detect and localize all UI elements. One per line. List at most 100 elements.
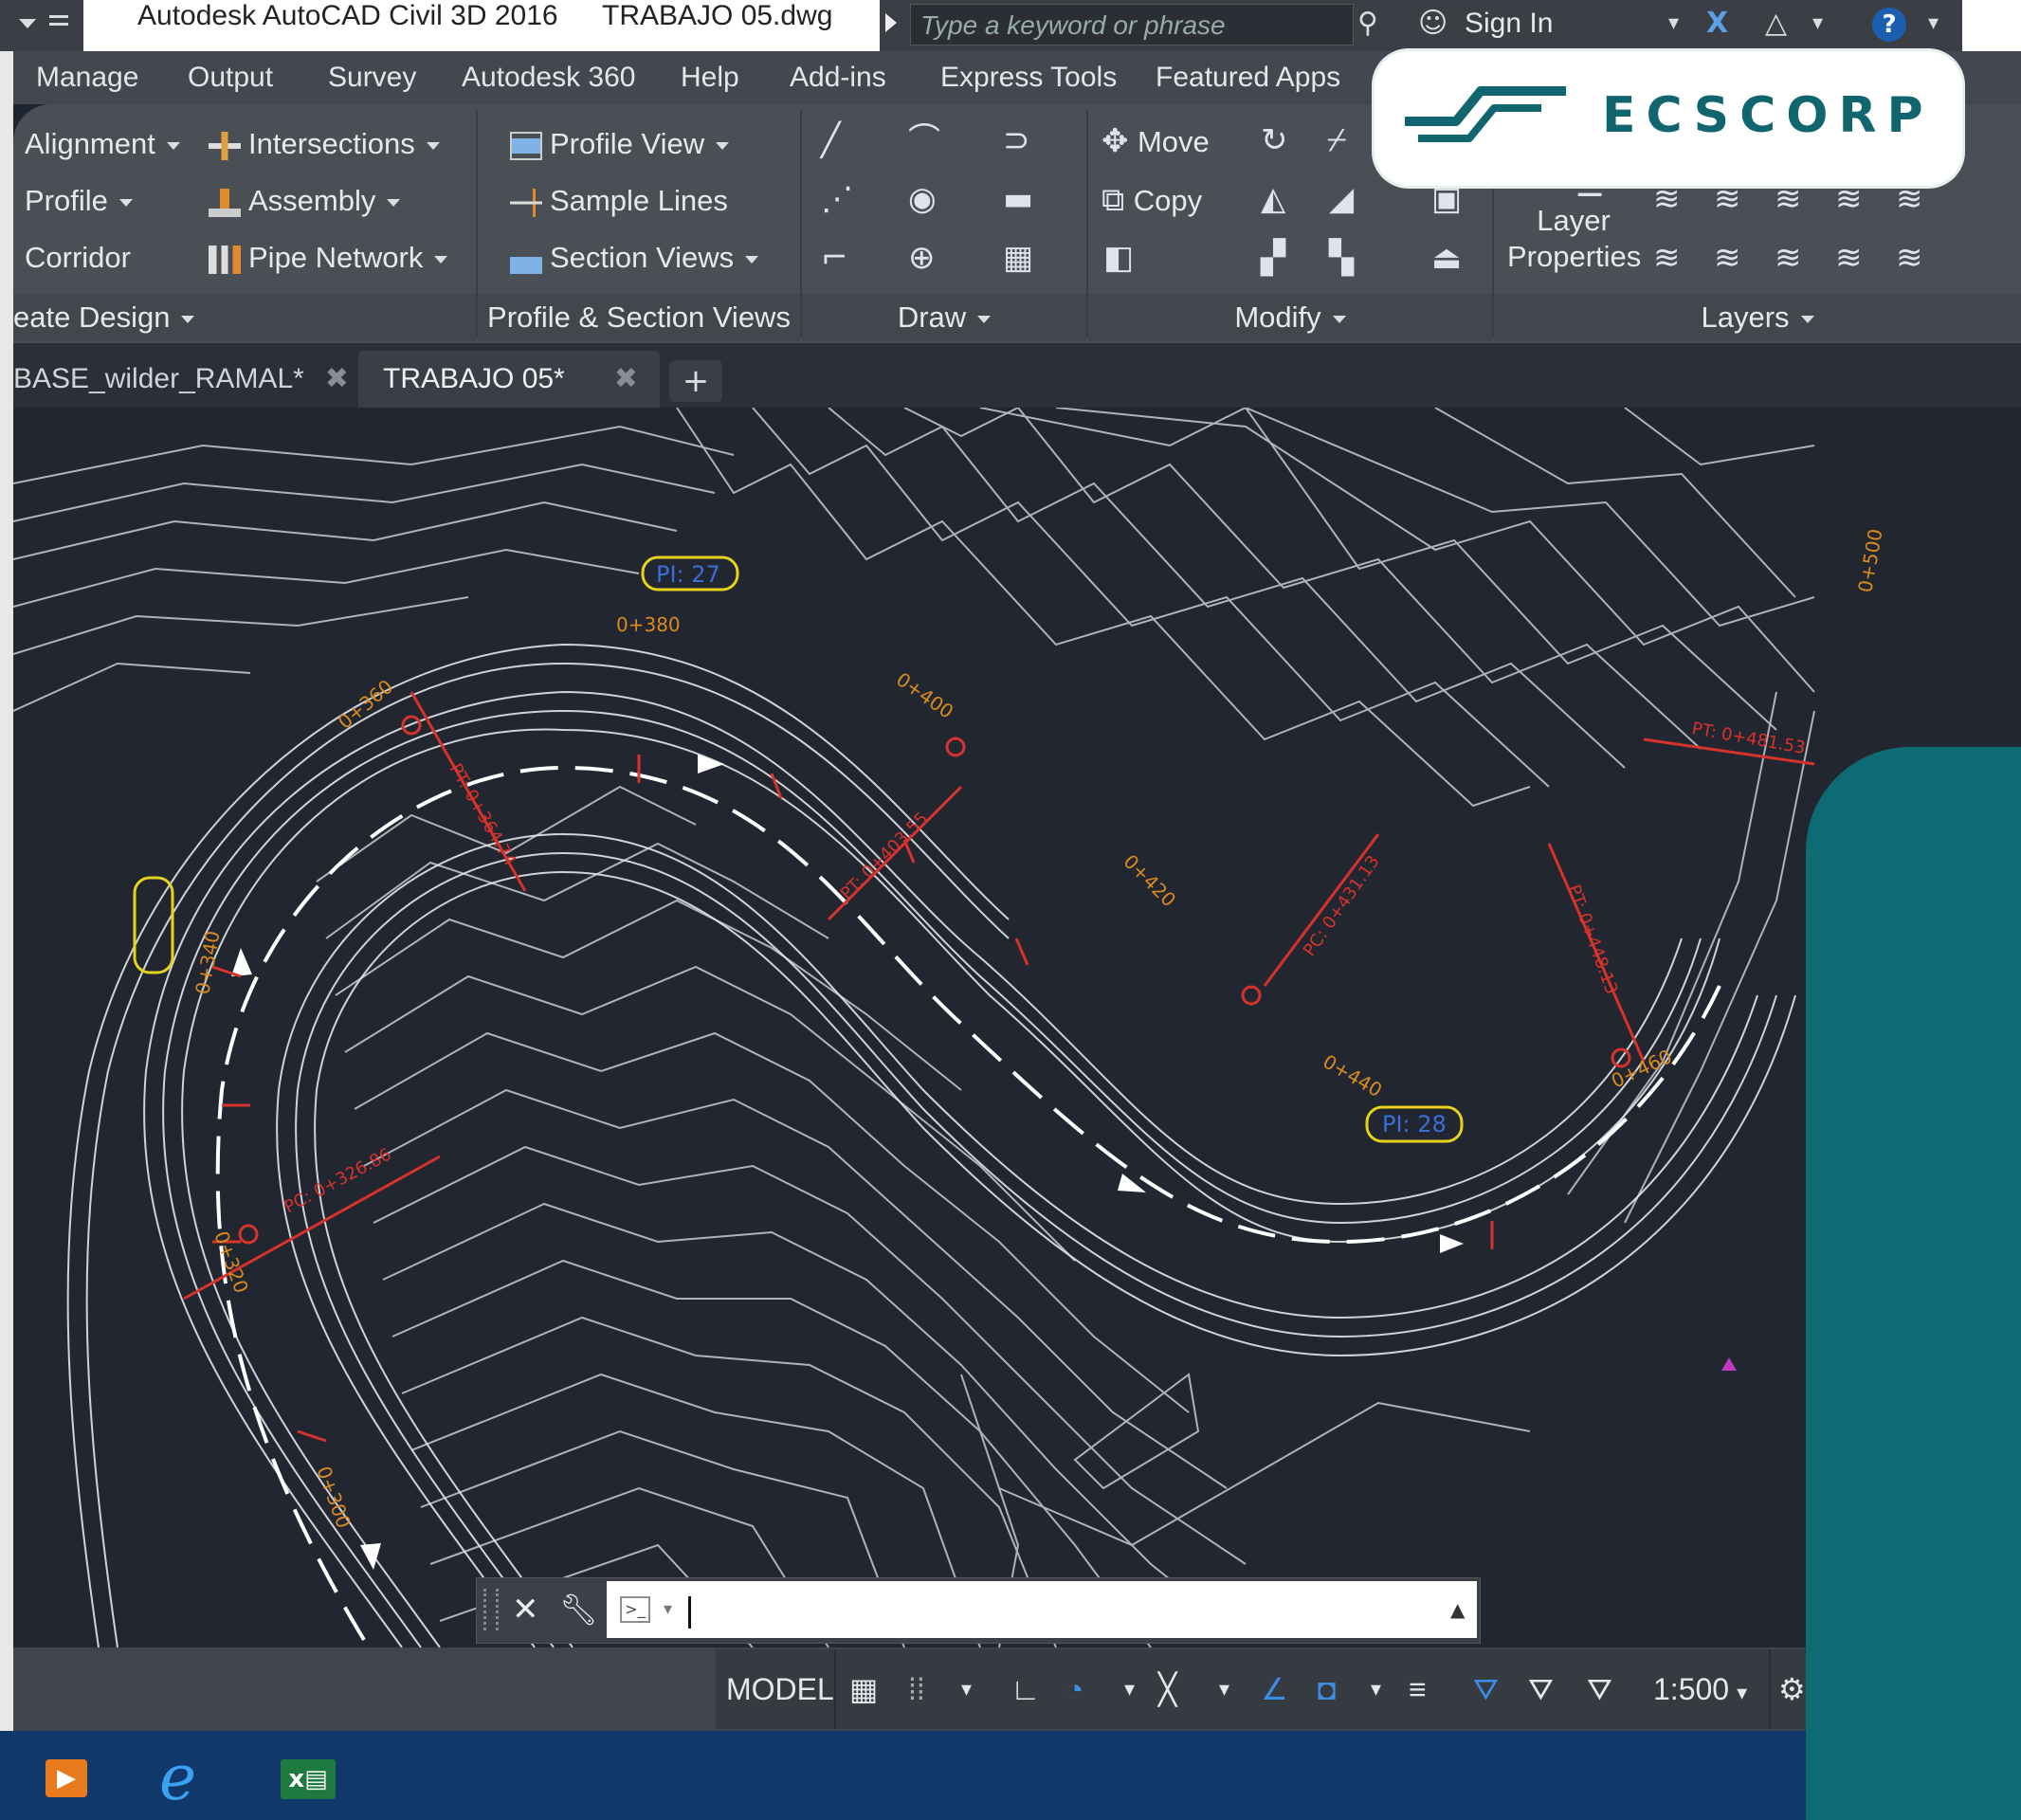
excel-icon[interactable]: x▤ (281, 1759, 336, 1799)
chevron-down-icon[interactable]: ▾ (1371, 1649, 1381, 1729)
quick-access-menu-button[interactable] (0, 0, 83, 51)
layer-icon[interactable]: ≋ (1896, 180, 1923, 218)
command-input[interactable] (607, 1581, 1477, 1638)
trim-icon[interactable]: ⌿ (1327, 121, 1346, 159)
ray-icon[interactable]: ⌐ (821, 239, 848, 277)
annotation-scale-icon[interactable]: ⛛ (1587, 1649, 1612, 1729)
profile-section-panel-title[interactable]: Profile & Section Views (478, 294, 800, 341)
search-input[interactable]: Type a keyword or phrase (910, 4, 1354, 46)
menu-help[interactable]: Help (681, 51, 739, 104)
offset-icon[interactable]: ⏏ (1431, 239, 1462, 277)
command-prompt-icon[interactable]: >_ (620, 1596, 650, 1623)
layer-icon[interactable]: ≋ (1896, 239, 1923, 277)
user-icon[interactable]: ☺ (1418, 0, 1447, 47)
line-icon[interactable]: ╱ (821, 121, 840, 159)
chevron-down-icon[interactable]: ▾ (1668, 0, 1679, 47)
pipe-network-button[interactable]: Pipe Network (209, 237, 448, 279)
sample-lines-button[interactable]: Sample Lines (510, 180, 728, 222)
layer-properties-button[interactable]: Layer Properties (1507, 203, 1641, 275)
grip-handle[interactable] (483, 1589, 499, 1630)
construction-line-icon[interactable]: ⋰ (821, 180, 853, 218)
menu-output[interactable]: Output (188, 51, 273, 104)
layer-icon[interactable]: ≋ (1835, 239, 1863, 277)
chevron-down-icon[interactable]: ▾ (664, 1594, 672, 1625)
new-tab-button[interactable]: + (669, 360, 722, 402)
close-icon[interactable]: ✕ (512, 1585, 539, 1634)
scale-icon[interactable]: ▞ (1261, 239, 1285, 277)
annotation-visibility-icon[interactable]: ⛛ (1473, 1649, 1499, 1729)
alignment-button[interactable]: Alignment (25, 123, 180, 165)
internet-explorer-icon[interactable]: e (159, 1742, 196, 1814)
hatch-icon[interactable]: ▦ (1003, 239, 1033, 277)
isodraft-icon[interactable]: ╳ (1158, 1649, 1176, 1729)
layer-icon[interactable]: ≋ (1653, 180, 1681, 218)
polar-icon[interactable]: ◔ (1065, 1649, 1083, 1729)
drawing-canvas[interactable]: PI: 27 PI: 28 0+380 0+360 0+400 0+340 0+… (13, 408, 2021, 1647)
copy-button[interactable]: ⧉ Copy (1102, 180, 1202, 222)
intersections-button[interactable]: Intersections (209, 123, 440, 165)
menu-manage[interactable]: Manage (36, 51, 138, 104)
layer-icon[interactable]: ≋ (1835, 180, 1863, 218)
array-icon[interactable]: ▚ (1329, 239, 1354, 277)
chevron-up-icon[interactable]: ▲ (1450, 1596, 1465, 1623)
auto-scale-icon[interactable]: ⛛ (1528, 1649, 1554, 1729)
chevron-down-icon[interactable]: ▾ (1928, 0, 1939, 47)
exchange-icon[interactable]: X (1706, 0, 1728, 47)
lineweight-icon[interactable]: ≡ (1409, 1649, 1427, 1729)
a360-icon[interactable]: △ (1765, 0, 1787, 47)
create-design-panel-title[interactable]: eate Design (13, 294, 476, 341)
close-icon[interactable]: ✖ (325, 363, 349, 394)
tab-trabajo-05[interactable]: TRABAJO 05* ✖ (383, 353, 638, 406)
layers-panel-title[interactable]: Layers (1494, 294, 2021, 341)
binoculars-icon[interactable]: ⚲ (1357, 0, 1378, 47)
draw-panel-title[interactable]: Draw (802, 294, 1086, 341)
grid-icon[interactable]: ▦ (849, 1649, 878, 1729)
arc-icon[interactable]: ⊃ (1003, 121, 1030, 159)
layer-icon[interactable]: ≋ (1714, 180, 1741, 218)
corridor-button[interactable]: Corridor (25, 237, 131, 279)
sign-in-button[interactable]: Sign In (1465, 0, 1553, 47)
layer-icon[interactable]: ≋ (1714, 239, 1741, 277)
chevron-down-icon[interactable]: ▾ (1812, 0, 1823, 47)
layer-icon[interactable]: ≋ (1775, 180, 1802, 218)
object-snap-icon[interactable]: ◘ (1318, 1649, 1336, 1729)
stretch-icon[interactable]: ◧ (1103, 239, 1134, 277)
mirror-icon[interactable]: ◭ (1261, 180, 1285, 218)
close-icon[interactable]: ✖ (614, 363, 638, 394)
snap-icon[interactable]: ⁞⁞ (908, 1649, 925, 1729)
fillet-icon[interactable]: ◢ (1329, 180, 1354, 218)
media-player-icon[interactable]: ▶ (46, 1759, 87, 1797)
modify-panel-title[interactable]: Modify (1088, 294, 1492, 341)
chevron-down-icon[interactable]: ▾ (961, 1649, 972, 1729)
profile-view-button[interactable]: Profile View (510, 123, 730, 165)
help-icon[interactable]: ? (1872, 8, 1906, 42)
gear-icon[interactable]: ⚙ (1778, 1649, 1806, 1729)
search-expand-icon[interactable] (885, 13, 897, 32)
chevron-down-icon[interactable]: ▾ (1124, 1649, 1135, 1729)
rectangle-icon[interactable]: ▬ (1003, 180, 1033, 218)
rotate-icon[interactable]: ↻ (1261, 121, 1288, 159)
menu-featured-apps[interactable]: Featured Apps (1156, 51, 1340, 104)
menu-survey[interactable]: Survey (328, 51, 416, 104)
ortho-icon[interactable]: ∟ (1010, 1649, 1040, 1729)
scale-selector[interactable]: 1:500 ▾ (1653, 1649, 1747, 1729)
wrench-icon[interactable]: 🔧︎ (559, 1585, 598, 1634)
osnap-tracking-icon[interactable]: ∠ (1261, 1649, 1288, 1729)
block-icon[interactable]: ⊕ (908, 239, 936, 277)
menu-add-ins[interactable]: Add-ins (790, 51, 886, 104)
profile-button[interactable]: Profile (25, 180, 133, 222)
chevron-down-icon[interactable]: ▾ (1219, 1649, 1229, 1729)
menu-autodesk-360[interactable]: Autodesk 360 (462, 51, 635, 104)
circle-icon[interactable]: ◉ (908, 180, 937, 218)
tab-base-wilder-ramal[interactable]: BASE_wilder_RAMAL* ✖ (13, 353, 349, 406)
move-button[interactable]: ✥ Move (1102, 121, 1210, 163)
polyline-icon[interactable]: ⌒ (908, 121, 940, 159)
layer-icon[interactable]: ≋ (1775, 239, 1802, 277)
explode-icon[interactable]: ▣ (1431, 180, 1462, 218)
section-views-button[interactable]: Section Views (510, 237, 759, 279)
station-label: 0+440 (1320, 1050, 1387, 1102)
menu-express-tools[interactable]: Express Tools (940, 51, 1117, 104)
layer-icon[interactable]: ≋ (1653, 239, 1681, 277)
assembly-button[interactable]: Assembly (209, 180, 401, 222)
model-button[interactable]: MODEL (726, 1649, 834, 1729)
